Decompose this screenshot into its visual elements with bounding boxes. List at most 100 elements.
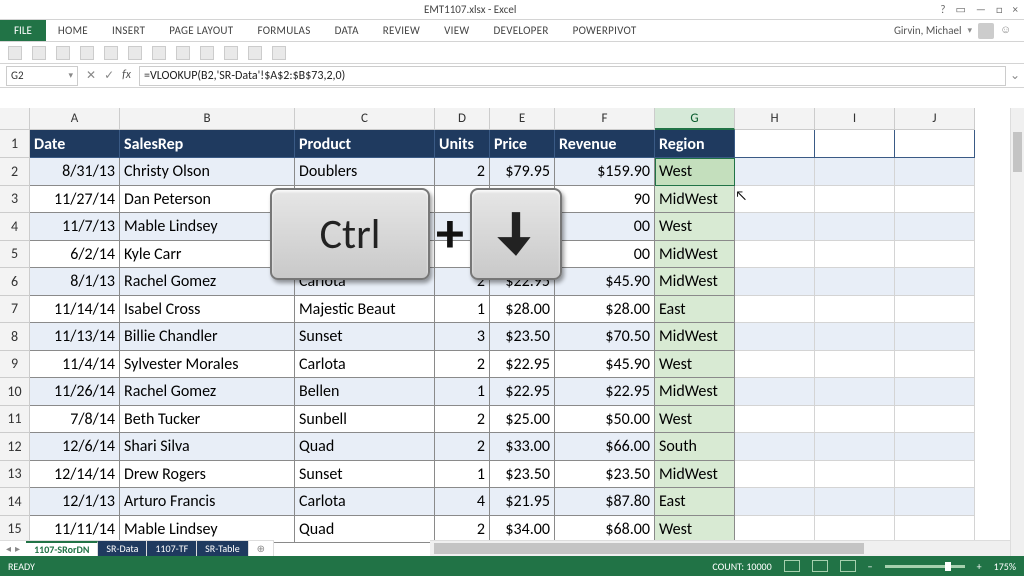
cell[interactable]: Arturo Francis	[120, 488, 295, 516]
cell[interactable]: West	[655, 351, 735, 379]
cell[interactable]: 1	[435, 296, 490, 324]
tab-powerpivot[interactable]: POWERPIVOT	[561, 20, 649, 41]
cell[interactable]: $19.	[490, 186, 555, 214]
cell[interactable]: $33.	[490, 241, 555, 269]
tab-insert[interactable]: INSERT	[100, 20, 157, 41]
cell[interactable]: $23.50	[555, 461, 655, 489]
cell[interactable]	[895, 461, 975, 489]
cell[interactable]	[815, 130, 895, 158]
cell[interactable]: Drew Rogers	[120, 461, 295, 489]
cell[interactable]: Christy Olson	[120, 158, 295, 186]
cell[interactable]: 11/11/14	[30, 516, 120, 544]
cell[interactable]: MidWest	[655, 241, 735, 269]
row-header[interactable]: 11	[0, 406, 30, 434]
tab-review[interactable]: REVIEW	[371, 20, 432, 41]
cell[interactable]: 8/1/13	[30, 268, 120, 296]
enter-formula-icon[interactable]: ✓	[104, 68, 114, 83]
zoom-out-icon[interactable]: −	[868, 560, 873, 573]
sheet-nav-next-icon[interactable]: ▸	[15, 542, 20, 555]
spreadsheet-grid[interactable]: ABCDEFGHIJ 123456789101112131415 DateSal…	[0, 108, 1024, 556]
row-header[interactable]: 6	[0, 268, 30, 296]
cell[interactable]: $87.80	[555, 488, 655, 516]
cell[interactable]	[735, 130, 815, 158]
row-header[interactable]: 7	[0, 296, 30, 324]
cell[interactable]	[815, 378, 895, 406]
cell[interactable]: Shari Silva	[120, 433, 295, 461]
cell[interactable]: West	[655, 516, 735, 544]
row-header[interactable]: 1	[0, 130, 30, 158]
sheet-tab-active[interactable]: 1107-SRorDN	[26, 541, 98, 556]
cell[interactable]: 3	[435, 241, 490, 269]
cell[interactable]: $79.95	[490, 158, 555, 186]
cell[interactable]: 25.	[490, 213, 555, 241]
row-header[interactable]: 13	[0, 461, 30, 489]
cell[interactable]: Mable Lindsey	[120, 213, 295, 241]
fx-icon[interactable]: fx	[122, 68, 131, 83]
cell[interactable]	[895, 268, 975, 296]
cell[interactable]: 00	[555, 241, 655, 269]
cell[interactable]: $50.00	[555, 406, 655, 434]
cell[interactable]	[895, 186, 975, 214]
qat-item[interactable]	[56, 46, 70, 60]
chevron-down-icon[interactable]: ▾	[68, 70, 73, 81]
cell[interactable]: 2	[435, 406, 490, 434]
header-cell[interactable]: Region	[655, 130, 735, 158]
cell[interactable]: Carlota	[295, 488, 435, 516]
cell[interactable]	[815, 516, 895, 544]
scrollbar-thumb[interactable]	[434, 543, 864, 554]
cell[interactable]: $68.00	[555, 516, 655, 544]
cell[interactable]	[895, 158, 975, 186]
cell[interactable]: Majestic Beaut	[295, 296, 435, 324]
cell[interactable]: Quad	[295, 433, 435, 461]
cell[interactable]: $28.00	[490, 296, 555, 324]
cell[interactable]	[735, 461, 815, 489]
cell[interactable]: Mable Lindsey	[120, 516, 295, 544]
sheet-tab[interactable]: SR-Data	[98, 541, 147, 556]
cell[interactable]	[815, 488, 895, 516]
qat-item[interactable]	[248, 46, 262, 60]
qat-item[interactable]	[128, 46, 142, 60]
cell[interactable]	[735, 323, 815, 351]
column-header[interactable]: D	[435, 108, 490, 130]
cell[interactable]: 6/2/14	[30, 241, 120, 269]
cell[interactable]	[295, 241, 435, 269]
cell[interactable]: Kyle Carr	[120, 241, 295, 269]
expand-formula-icon[interactable]: ⌄	[1006, 68, 1024, 83]
column-header[interactable]: E	[490, 108, 555, 130]
cell[interactable]: $21.95	[490, 488, 555, 516]
qat-item[interactable]	[104, 46, 118, 60]
cell[interactable]: 2	[435, 186, 490, 214]
qat-item[interactable]	[80, 46, 94, 60]
cell[interactable]: MidWest	[655, 378, 735, 406]
cell[interactable]: Carlota	[295, 268, 435, 296]
cell[interactable]: Isabel Cross	[120, 296, 295, 324]
cell[interactable]	[895, 130, 975, 158]
header-cell[interactable]: Units	[435, 130, 490, 158]
cell[interactable]: MidWest	[655, 186, 735, 214]
cell[interactable]	[735, 378, 815, 406]
cell[interactable]	[735, 241, 815, 269]
qat-item[interactable]	[152, 46, 166, 60]
column-header[interactable]: B	[120, 108, 295, 130]
cell[interactable]: 2	[435, 351, 490, 379]
cell[interactable]: Sunbell	[295, 406, 435, 434]
cell[interactable]	[735, 186, 815, 214]
cell[interactable]	[815, 296, 895, 324]
cell[interactable]	[735, 433, 815, 461]
zoom-in-icon[interactable]: +	[977, 560, 982, 573]
cell[interactable]: $34.00	[490, 516, 555, 544]
cell[interactable]	[815, 158, 895, 186]
cell[interactable]: West	[655, 158, 735, 186]
cell[interactable]: West	[655, 213, 735, 241]
cell[interactable]: 1	[435, 461, 490, 489]
cell[interactable]	[435, 213, 490, 241]
cell[interactable]: $45.90	[555, 268, 655, 296]
user-name[interactable]: Girvin, Michael	[894, 24, 962, 37]
formula-input[interactable]: =VLOOKUP(B2,'SR-Data'!$A$2:$B$73,2,0)	[139, 66, 1006, 86]
cell[interactable]: $33.00	[490, 433, 555, 461]
column-header[interactable]: A	[30, 108, 120, 130]
column-header[interactable]: I	[815, 108, 895, 130]
cell[interactable]	[735, 296, 815, 324]
header-cell[interactable]: Revenue	[555, 130, 655, 158]
cell[interactable]: 7/8/14	[30, 406, 120, 434]
